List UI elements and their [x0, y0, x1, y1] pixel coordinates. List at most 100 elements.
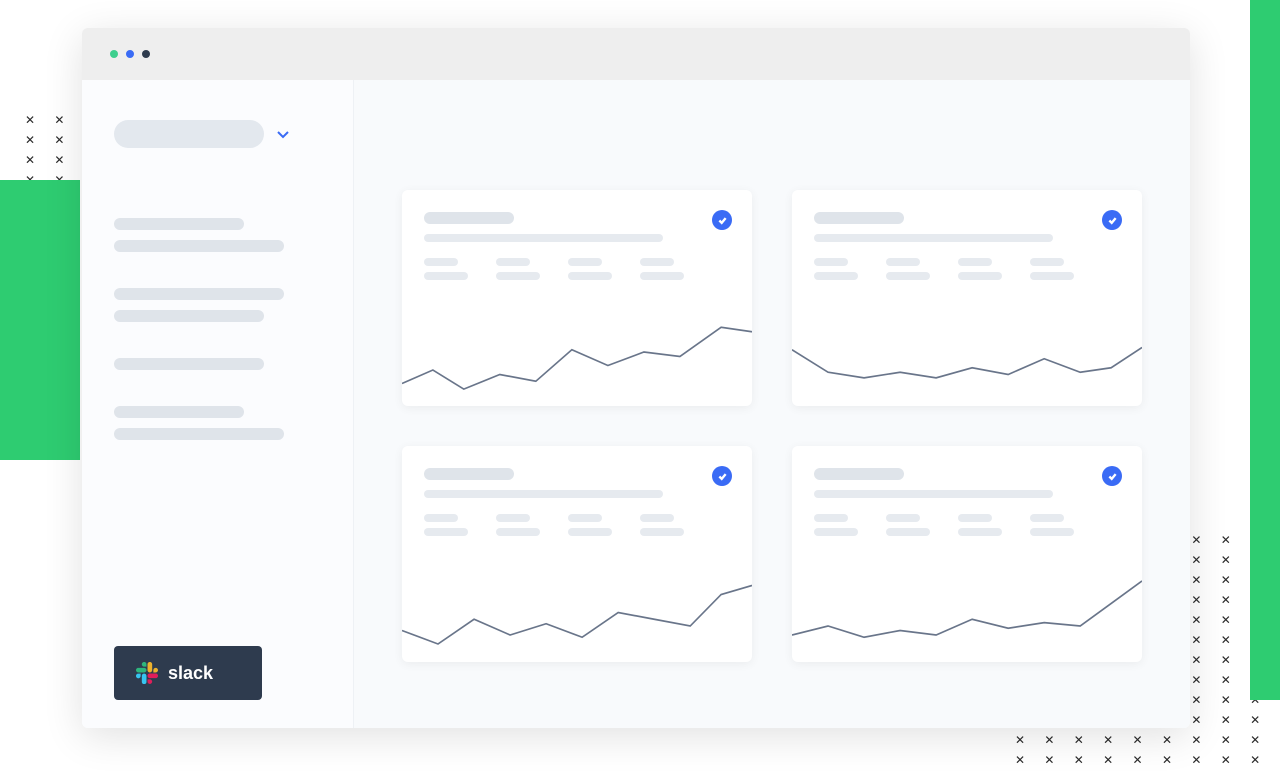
slack-button[interactable]: slack: [114, 646, 262, 700]
workspace-selector[interactable]: [114, 120, 321, 148]
stat-value: [424, 272, 468, 280]
card-stat: [568, 514, 612, 536]
card-stats: [424, 258, 730, 280]
nav-item[interactable]: [114, 428, 284, 440]
card-stat: [958, 258, 1002, 280]
stat-label: [814, 258, 848, 266]
stat-label: [958, 258, 992, 266]
stat-value: [568, 528, 612, 536]
nav-group: [114, 288, 321, 322]
stat-label: [1030, 514, 1064, 522]
stat-label: [640, 258, 674, 266]
workspace-name-placeholder: [114, 120, 264, 148]
stat-value: [496, 528, 540, 536]
bg-green-block: [0, 180, 80, 460]
stat-label: [886, 258, 920, 266]
sparkline-chart: [402, 572, 752, 662]
stat-value: [958, 528, 1002, 536]
check-icon: [1102, 466, 1122, 486]
window-dot-green: [110, 50, 118, 58]
stat-label: [958, 514, 992, 522]
sparkline-chart: [792, 316, 1142, 406]
card-stats: [814, 258, 1120, 280]
card-grid: [354, 80, 1190, 728]
metric-card[interactable]: [402, 190, 752, 406]
card-title-placeholder: [814, 212, 904, 224]
nav-item[interactable]: [114, 310, 264, 322]
card-stat: [814, 514, 858, 536]
card-title-placeholder: [814, 468, 904, 480]
nav-item[interactable]: [114, 218, 244, 230]
stat-value: [424, 528, 468, 536]
sidebar-nav: [114, 218, 321, 476]
stat-value: [640, 528, 684, 536]
stat-label: [568, 258, 602, 266]
metric-card[interactable]: [402, 446, 752, 662]
stat-label: [568, 514, 602, 522]
slack-icon: [136, 662, 158, 684]
card-stats: [424, 514, 730, 536]
nav-group: [114, 218, 321, 252]
stat-value: [814, 272, 858, 280]
window-title-bar: [82, 28, 1190, 80]
card-subtitle-placeholder: [814, 234, 1053, 242]
card-stat: [886, 258, 930, 280]
stat-value: [568, 272, 612, 280]
stat-value: [1030, 528, 1074, 536]
stat-label: [496, 258, 530, 266]
chevron-down-icon: [276, 127, 290, 141]
card-subtitle-placeholder: [424, 490, 663, 498]
card-stat: [640, 514, 684, 536]
card-stat: [496, 258, 540, 280]
card-title-placeholder: [424, 212, 514, 224]
nav-group: [114, 358, 321, 370]
card-stat: [814, 258, 858, 280]
metric-card[interactable]: [792, 190, 1142, 406]
slack-button-label: slack: [168, 663, 213, 684]
sparkline-chart: [402, 316, 752, 406]
stat-label: [496, 514, 530, 522]
card-subtitle-placeholder: [424, 234, 663, 242]
card-stat: [1030, 514, 1074, 536]
app-content: slack: [82, 80, 1190, 728]
stat-value: [886, 528, 930, 536]
stat-value: [640, 272, 684, 280]
window-dot-blue: [126, 50, 134, 58]
nav-item[interactable]: [114, 240, 284, 252]
stat-value: [958, 272, 1002, 280]
check-icon: [1102, 210, 1122, 230]
stat-label: [814, 514, 848, 522]
stat-label: [886, 514, 920, 522]
stat-label: [640, 514, 674, 522]
nav-group: [114, 406, 321, 440]
browser-window: slack: [82, 28, 1190, 728]
stat-value: [496, 272, 540, 280]
card-stat: [640, 258, 684, 280]
nav-item[interactable]: [114, 288, 284, 300]
stat-value: [886, 272, 930, 280]
check-icon: [712, 210, 732, 230]
card-stat: [568, 258, 612, 280]
metric-card[interactable]: [792, 446, 1142, 662]
nav-item[interactable]: [114, 358, 264, 370]
card-stat: [1030, 258, 1074, 280]
stat-label: [424, 514, 458, 522]
card-stat: [886, 514, 930, 536]
stat-label: [1030, 258, 1064, 266]
card-subtitle-placeholder: [814, 490, 1053, 498]
window-dot-dark: [142, 50, 150, 58]
nav-item[interactable]: [114, 406, 244, 418]
card-stat: [424, 258, 468, 280]
card-stats: [814, 514, 1120, 536]
stat-value: [1030, 272, 1074, 280]
card-stat: [424, 514, 468, 536]
check-icon: [712, 466, 732, 486]
card-stat: [958, 514, 1002, 536]
stat-value: [814, 528, 858, 536]
sparkline-chart: [792, 572, 1142, 662]
sidebar: slack: [82, 80, 354, 728]
card-stat: [496, 514, 540, 536]
bg-green-stripe: [1250, 0, 1280, 700]
card-title-placeholder: [424, 468, 514, 480]
stat-label: [424, 258, 458, 266]
